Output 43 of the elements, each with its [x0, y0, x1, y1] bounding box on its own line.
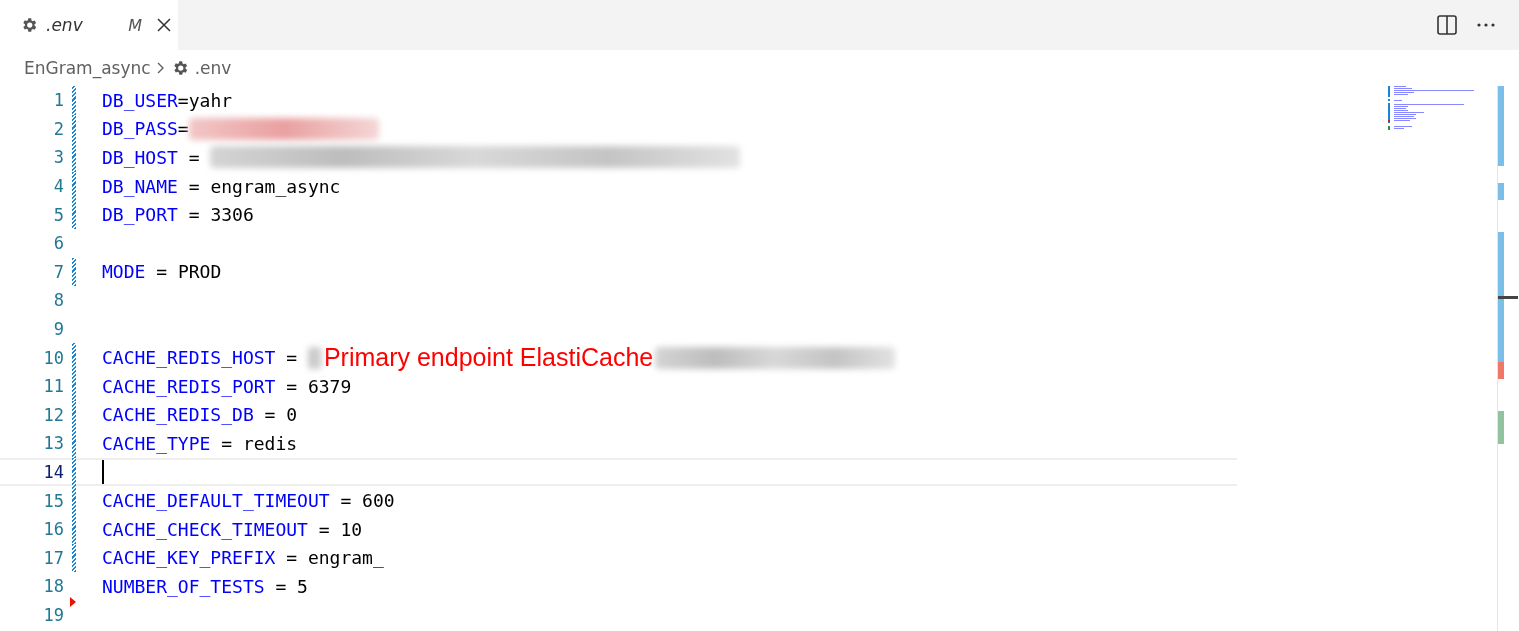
split-editor-icon[interactable] — [1437, 15, 1457, 35]
line-number: 1 — [52, 90, 64, 111]
line-number: 5 — [52, 204, 64, 225]
text-cursor — [102, 460, 104, 484]
code-line: MODE = PROD — [102, 261, 222, 283]
line-number: 3 — [52, 147, 64, 168]
line-number: 4 — [52, 176, 64, 197]
code-line: DB_HOST = — [102, 147, 201, 168]
code-line: DB_USER=yahr — [102, 89, 233, 111]
line-number: 9 — [52, 319, 64, 340]
code-line: DB_PORT = 3306 — [102, 204, 254, 226]
tab-label: .env — [46, 15, 84, 35]
line-number: 16 — [42, 519, 64, 540]
code-line: CACHE_REDIS_PORT = 6379 — [102, 375, 352, 397]
code-line: CACHE_REDIS_HOST = — [102, 347, 299, 369]
code-line: CACHE_CHECK_TIMEOUT = 10 — [102, 518, 363, 540]
line-number: 17 — [42, 547, 64, 568]
code-line: CACHE_REDIS_DB = 0 — [102, 404, 298, 426]
line-number: 6 — [52, 233, 64, 254]
line-number: 14 — [42, 462, 64, 482]
code-line: CACHE_DEFAULT_TIMEOUT = 600 — [102, 490, 395, 512]
chevron-right-icon — [156, 62, 165, 74]
line-number: 2 — [52, 118, 64, 139]
code-line: NUMBER_OF_TESTS = 5 — [102, 575, 308, 597]
code-line: DB_PASS= — [102, 118, 189, 140]
annotation-text: Primary endpoint ElastiCache — [323, 343, 654, 373]
line-number: 19 — [42, 605, 64, 625]
more-actions-icon[interactable] — [1477, 23, 1495, 27]
code-line: CACHE_KEY_PREFIX = engram_ — [102, 547, 384, 569]
line-number: 13 — [42, 433, 64, 454]
code-line: CACHE_TYPE = redis — [102, 432, 298, 454]
modified-indicator: M — [128, 15, 142, 35]
line-number: 11 — [42, 376, 64, 397]
line-number: 7 — [52, 261, 64, 282]
code-line: DB_NAME = engram_async — [102, 175, 341, 197]
breadcrumb-item[interactable]: EnGram_async — [24, 58, 151, 78]
breadcrumb-item[interactable]: .env — [194, 58, 232, 78]
line-number: 10 — [42, 347, 64, 368]
line-number: 12 — [42, 404, 64, 425]
line-number: 15 — [42, 490, 64, 511]
line-number: 18 — [42, 576, 64, 597]
line-number: 8 — [52, 290, 64, 311]
editor-tab[interactable]: .env M — [0, 0, 178, 50]
